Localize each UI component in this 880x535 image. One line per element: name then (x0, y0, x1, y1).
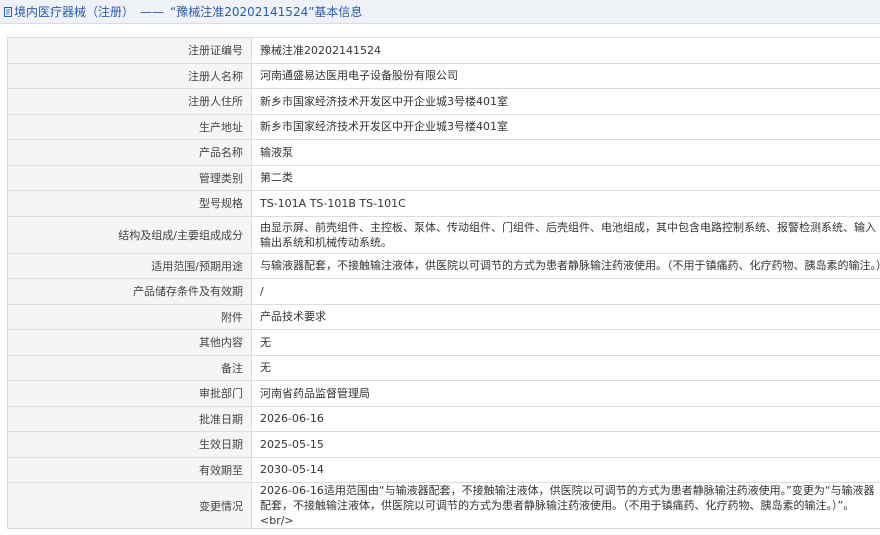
row-value: 由显示屏、前壳组件、主控板、泵体、传动组件、门组件、后壳组件、电池组成，其中包含… (251, 215, 880, 254)
row-value: TS-101A TS-101B TS-101C (251, 190, 880, 217)
detail-table-container: 注册证编号 豫械注准20202141524 注册人名称 河南通盛易达医用电子设备股份… (0, 24, 880, 529)
table-row: 备注无 (7, 354, 880, 381)
table-row: 适用范围/预期用途 与输液器配套，不接触输注液体，供医院以可调节的方式为患者静脉输… (7, 252, 880, 279)
detail-table: 注册证编号 豫械注准20202141524 注册人名称 河南通盛易达医用电子设备股份… (7, 37, 880, 529)
row-label: 生产地址 (7, 113, 252, 140)
table-row: 结构及组成/主要组成成分 由显示屏、前壳组件、主控板、泵体、传动组件、门组件、后壳… (7, 215, 880, 254)
breadcrumb-separator: —— (140, 4, 165, 19)
row-value: 无 (251, 354, 880, 381)
table-row: 管理类别 第二类 (7, 164, 880, 191)
table-row: 注册人住所 新乡市国家经济技术开发区中开企业城3号楼401室 (7, 88, 880, 115)
table-row: 有效期至 2030-05-14 (7, 456, 880, 483)
row-label: 适用范围/预期用途 (7, 252, 252, 279)
page-title: “豫械注准20202141524”基本信息 (170, 5, 363, 19)
row-value: 2026-06-16 (251, 405, 880, 432)
row-label: 其他内容 (7, 329, 252, 356)
row-value: 新乡市国家经济技术开发区中开企业城3号楼401室 (251, 113, 880, 140)
row-label: 生效日期 (7, 431, 252, 458)
table-row: 注册证编号 豫械注准20202141524 (7, 37, 880, 64)
row-value: 产品技术要求 (251, 303, 880, 330)
table-row: 批准日期 2026-06-16 (7, 405, 880, 432)
row-value: 输液泵 (251, 139, 880, 166)
row-label: 型号规格 (7, 190, 252, 217)
row-value: 第二类 (251, 164, 880, 191)
row-value: 2025-05-15 (251, 431, 880, 458)
table-row: 产品储存条件及有效期 / (7, 278, 880, 305)
row-value: 河南省药品监督管理局 (251, 380, 880, 407)
row-value: 与输液器配套，不接触输注液体，供医院以可调节的方式为患者静脉输注药液使用。（不用… (251, 252, 880, 279)
row-label: 批准日期 (7, 405, 252, 432)
table-row: 审批部门 河南省药品监督管理局 (7, 380, 880, 407)
breadcrumb-link[interactable]: 境内医疗器械（注册） (14, 3, 134, 20)
document-icon (4, 6, 12, 17)
table-row: 其他内容无 (7, 329, 880, 356)
row-value: 豫械注准20202141524 (251, 37, 880, 64)
row-label: 产品储存条件及有效期 (7, 278, 252, 305)
table-row: 注册人名称 河南通盛易达医用电子设备股份有限公司 (7, 62, 880, 89)
row-label: 变更情况 (7, 482, 252, 529)
row-label: 附件 (7, 303, 252, 330)
row-label: 审批部门 (7, 380, 252, 407)
table-row: 产品名称 输液泵 (7, 139, 880, 166)
row-value: 2026-06-16适用范围由“与输液器配套，不接触输注液体，供医院以可调节的方… (251, 482, 880, 529)
row-label: 管理类别 (7, 164, 252, 191)
row-value: 河南通盛易达医用电子设备股份有限公司 (251, 62, 880, 89)
row-value: / (251, 278, 880, 305)
row-label: 产品名称 (7, 139, 252, 166)
page-header: 境内医疗器械（注册） —— “豫械注准20202141524”基本信息 (0, 0, 880, 24)
row-label: 注册人名称 (7, 62, 252, 89)
row-label: 注册人住所 (7, 88, 252, 115)
row-label: 注册证编号 (7, 37, 252, 64)
row-value: 新乡市国家经济技术开发区中开企业城3号楼401室 (251, 88, 880, 115)
table-row: 变更情况 2026-06-16适用范围由“与输液器配套，不接触输注液体，供医院以可… (7, 482, 880, 529)
row-label: 有效期至 (7, 456, 252, 483)
row-label: 备注 (7, 354, 252, 381)
table-row: 生效日期 2025-05-15 (7, 431, 880, 458)
table-row: 附件 产品技术要求 (7, 303, 880, 330)
table-row: 型号规格 TS-101A TS-101B TS-101C (7, 190, 880, 217)
table-row: 生产地址 新乡市国家经济技术开发区中开企业城3号楼401室 (7, 113, 880, 140)
row-value: 2030-05-14 (251, 456, 880, 483)
row-value: 无 (251, 329, 880, 356)
row-label: 结构及组成/主要组成成分 (7, 215, 252, 254)
